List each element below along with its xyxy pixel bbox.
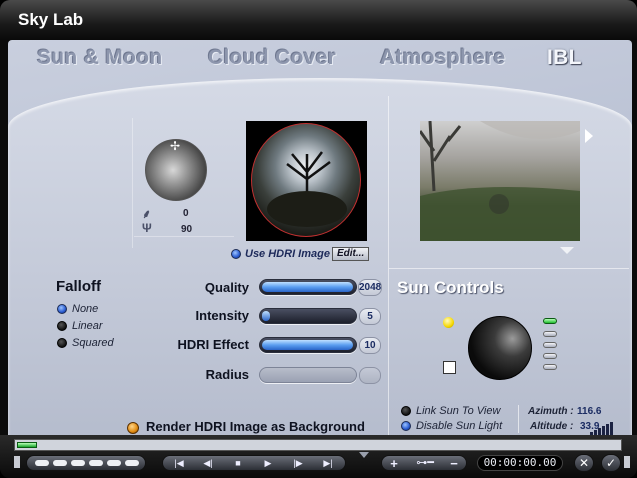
sun-level-pill-1[interactable] — [543, 318, 557, 324]
hdri-sphere-image — [251, 123, 361, 237]
sky-lab-window: Sky Lab Sun & Moon Cloud Cover Atmospher… — [0, 0, 637, 478]
falloff-linear-radio[interactable] — [57, 321, 67, 331]
cancel-button[interactable]: ✕ — [574, 454, 594, 472]
keyframe-controls: + ⊶━ − — [381, 455, 467, 471]
radius-slider[interactable] — [259, 367, 357, 383]
divider-vertical — [388, 96, 389, 436]
photo-detail — [420, 121, 580, 241]
intensity-value[interactable]: 5 — [359, 308, 381, 325]
remove-keyframe-button[interactable]: − — [444, 457, 464, 470]
timeline-marker-icon[interactable] — [359, 452, 369, 458]
intensity-label: Intensity — [195, 308, 249, 323]
quality-slider-fill — [262, 282, 353, 292]
play-button[interactable]: ▶ — [258, 458, 278, 469]
sun-controls-heading: Sun Controls — [397, 278, 504, 297]
sun-toggle-box[interactable] — [443, 361, 456, 374]
falloff-none-label: None — [72, 303, 99, 315]
disable-sun-radio[interactable] — [401, 421, 411, 431]
falloff-linear-label: Linear — [72, 320, 103, 332]
step-back-button[interactable]: ◀| — [198, 458, 218, 469]
title-bar[interactable]: Sky Lab — [0, 0, 637, 40]
tree-icon: ⸙ — [142, 207, 152, 221]
quality-value[interactable]: 2048 — [358, 279, 382, 296]
divider-vertical-small — [132, 118, 133, 248]
falloff-none-radio[interactable] — [57, 304, 67, 314]
render-background-radio[interactable] — [127, 422, 139, 434]
transport-right-edge — [624, 456, 630, 468]
playback-controls: |◀ ◀| ■ ▶ |▶ ▶| — [162, 455, 346, 471]
radius-label: Radius — [205, 367, 249, 382]
tab-cloud-cover[interactable]: Cloud Cover — [208, 46, 336, 70]
keyframe-pill-group[interactable] — [26, 455, 146, 471]
falloff-heading: Falloff — [56, 278, 101, 295]
tab-sun-moon[interactable]: Sun & Moon — [37, 46, 162, 70]
sun-level-pill-2[interactable] — [543, 331, 557, 337]
render-background-label: Render HDRI Image as Background — [146, 419, 365, 434]
confirm-button[interactable]: ✓ — [601, 454, 621, 472]
edit-hdri-button[interactable]: Edit... — [332, 247, 370, 261]
tab-bar: Sun & Moon Cloud Cover Atmosphere IBL — [8, 40, 632, 76]
sun-direction-dial[interactable] — [468, 316, 532, 380]
link-sun-radio[interactable] — [401, 406, 411, 416]
sun-value-1: 0 — [183, 208, 189, 219]
sun-level-pill-3[interactable] — [543, 342, 557, 348]
quality-slider[interactable] — [259, 279, 357, 295]
hdri-effect-slider[interactable] — [259, 337, 357, 353]
window-title: Sky Lab — [18, 10, 84, 29]
timecode-display[interactable]: 00:00:00.00 — [477, 455, 563, 471]
key-icon[interactable]: ⊶━ — [408, 458, 442, 469]
disable-sun-label: Disable Sun Light — [416, 420, 503, 432]
radius-value[interactable] — [359, 367, 381, 384]
step-forward-button[interactable]: |▶ — [288, 458, 308, 469]
azimuth-value: 116.6 — [577, 406, 602, 417]
tab-ibl[interactable]: IBL — [547, 46, 582, 70]
tab-atmosphere[interactable]: Atmosphere — [380, 46, 506, 70]
sun-level-pill-4[interactable] — [543, 353, 557, 359]
go-to-start-button[interactable]: |◀ — [169, 458, 189, 469]
stop-button[interactable]: ■ — [228, 458, 248, 469]
sun-level-pill-5[interactable] — [543, 364, 557, 370]
intensity-slider-knob[interactable] — [262, 311, 270, 321]
sun-color-swatch[interactable] — [443, 317, 454, 328]
falloff-squared-label: Squared — [72, 337, 114, 349]
intensity-slider[interactable] — [259, 308, 357, 324]
use-hdri-radio[interactable] — [231, 249, 241, 259]
sun-marker[interactable] — [489, 194, 509, 214]
hdri-sphere-detail — [267, 151, 347, 227]
sun-readout-divider — [518, 405, 519, 433]
timeline-track[interactable] — [14, 439, 622, 451]
hdri-effect-value[interactable]: 10 — [359, 337, 381, 354]
quality-label: Quality — [204, 280, 249, 295]
background-photo-preview[interactable] — [420, 121, 580, 241]
trident-icon: Ψ — [142, 221, 152, 235]
timeline-playhead[interactable] — [17, 442, 37, 448]
hdri-effect-slider-fill — [262, 340, 353, 350]
falloff-squared-radio[interactable] — [57, 338, 67, 348]
transport-left-edge — [14, 456, 20, 468]
photo-next-arrow-icon[interactable] — [585, 129, 593, 143]
azimuth-label: Azimuth : — [528, 406, 574, 417]
photo-dropdown-arrow-icon[interactable] — [560, 247, 574, 254]
add-keyframe-button[interactable]: + — [384, 457, 404, 470]
divider-horizontal-small — [134, 236, 234, 237]
altitude-label: Altitude : — [530, 421, 574, 432]
move-crosshair-icon: ✢ — [169, 139, 181, 153]
sun-value-2: 90 — [181, 224, 193, 235]
link-sun-label: Link Sun To View — [416, 405, 501, 417]
use-hdri-label: Use HDRI Image — [245, 248, 330, 260]
divider-horizontal — [389, 268, 629, 269]
hdri-effect-label: HDRI Effect — [177, 337, 249, 352]
go-to-end-button[interactable]: ▶| — [318, 458, 338, 469]
